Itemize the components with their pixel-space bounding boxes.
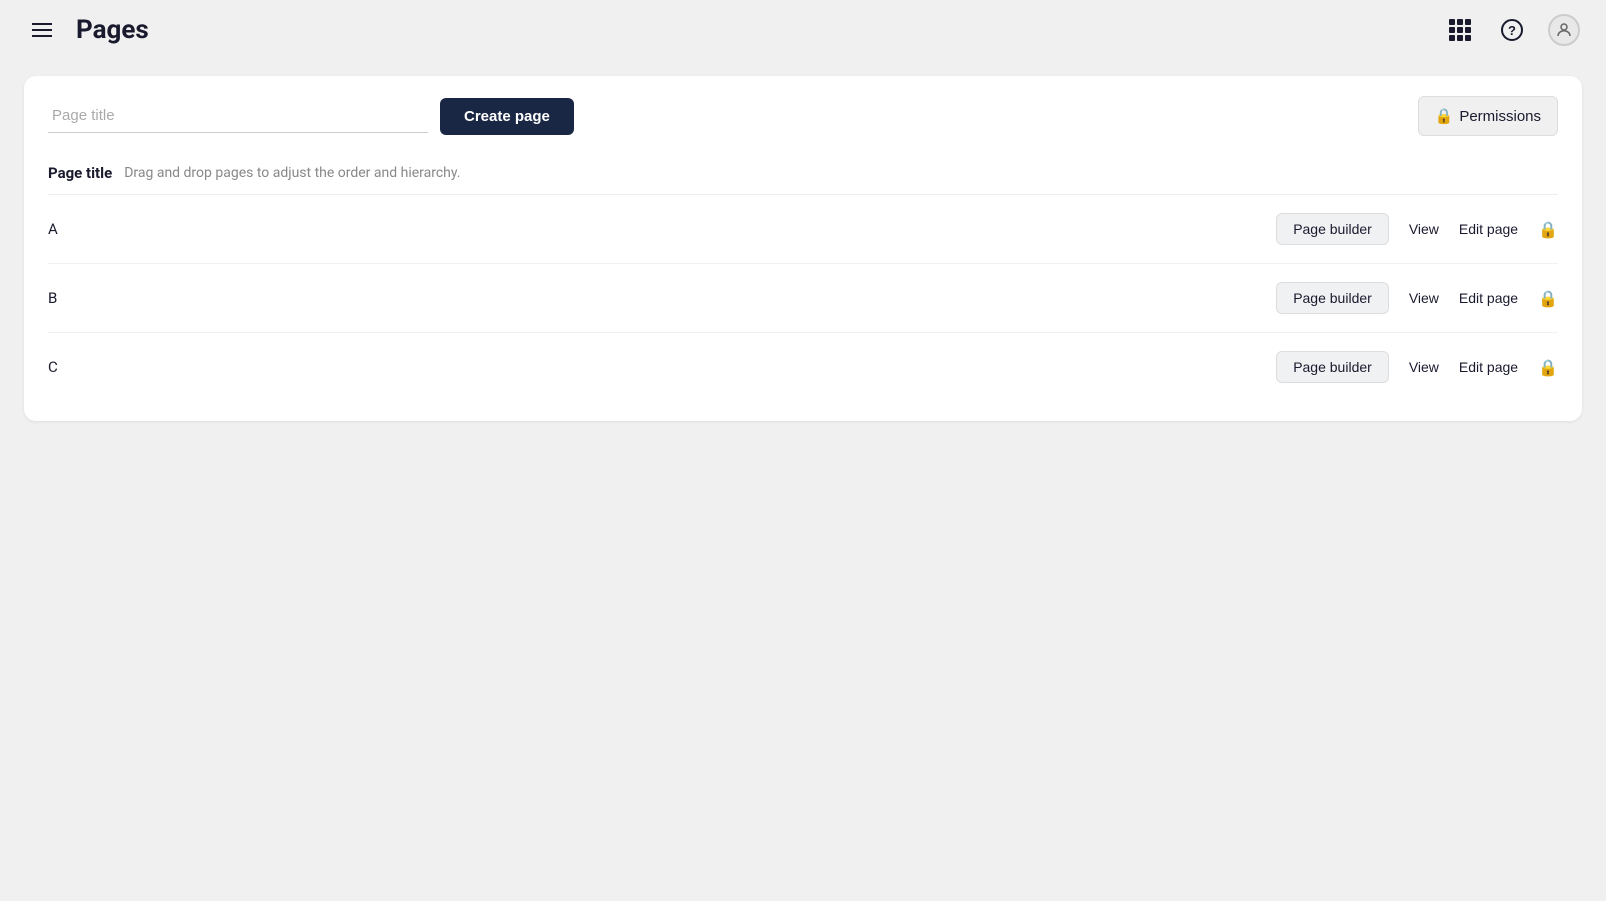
view-button-2[interactable]: View <box>1409 359 1439 375</box>
create-bar: Create page 🔒 Permissions <box>48 96 1558 136</box>
permissions-label: Permissions <box>1459 108 1541 125</box>
page-builder-button-1[interactable]: Page builder <box>1276 282 1389 314</box>
edit-page-button-2[interactable]: Edit page <box>1459 359 1518 375</box>
header-left: Pages <box>24 12 149 48</box>
grid-icon <box>1449 19 1471 41</box>
main-content: Create page 🔒 Permissions Page title Dra… <box>0 60 1606 437</box>
menu-button[interactable] <box>24 12 60 48</box>
row-title-2: C <box>48 358 1276 376</box>
row-actions-2: Page builder View Edit page 🔒 <box>1276 351 1558 383</box>
edit-page-button-1[interactable]: Edit page <box>1459 290 1518 306</box>
menu-icon <box>32 23 52 37</box>
pages-card: Create page 🔒 Permissions Page title Dra… <box>24 76 1582 421</box>
create-bar-left: Create page <box>48 98 1418 135</box>
lock-icon: 🔒 <box>1435 107 1454 125</box>
header: Pages ? <box>0 0 1606 60</box>
table-body: A Page builder View Edit page 🔒 B Page b… <box>48 195 1558 401</box>
row-actions-0: Page builder View Edit page 🔒 <box>1276 213 1558 245</box>
table-row: C Page builder View Edit page 🔒 <box>48 333 1558 401</box>
view-button-0[interactable]: View <box>1409 221 1439 237</box>
row-lock-icon-1[interactable]: 🔒 <box>1538 289 1558 308</box>
grid-apps-button[interactable] <box>1442 12 1478 48</box>
view-button-1[interactable]: View <box>1409 290 1439 306</box>
table-row: A Page builder View Edit page 🔒 <box>48 195 1558 264</box>
table-column-hint: Drag and drop pages to adjust the order … <box>124 165 460 181</box>
table-row: B Page builder View Edit page 🔒 <box>48 264 1558 333</box>
page-builder-button-0[interactable]: Page builder <box>1276 213 1389 245</box>
row-title-0: A <box>48 220 1276 238</box>
help-icon: ? <box>1501 19 1523 41</box>
row-lock-icon-2[interactable]: 🔒 <box>1538 358 1558 377</box>
row-lock-icon-0[interactable]: 🔒 <box>1538 220 1558 239</box>
page-builder-button-2[interactable]: Page builder <box>1276 351 1389 383</box>
help-button[interactable]: ? <box>1494 12 1530 48</box>
page-title-input[interactable] <box>48 99 428 133</box>
user-button[interactable] <box>1546 12 1582 48</box>
user-avatar-icon <box>1548 14 1580 46</box>
row-title-1: B <box>48 289 1276 307</box>
header-right: ? <box>1442 12 1582 48</box>
table-column-title: Page title <box>48 164 112 182</box>
page-title: Pages <box>76 15 149 45</box>
row-actions-1: Page builder View Edit page 🔒 <box>1276 282 1558 314</box>
table-header: Page title Drag and drop pages to adjust… <box>48 156 1558 195</box>
create-page-button[interactable]: Create page <box>440 98 574 135</box>
permissions-button[interactable]: 🔒 Permissions <box>1418 96 1558 136</box>
edit-page-button-0[interactable]: Edit page <box>1459 221 1518 237</box>
